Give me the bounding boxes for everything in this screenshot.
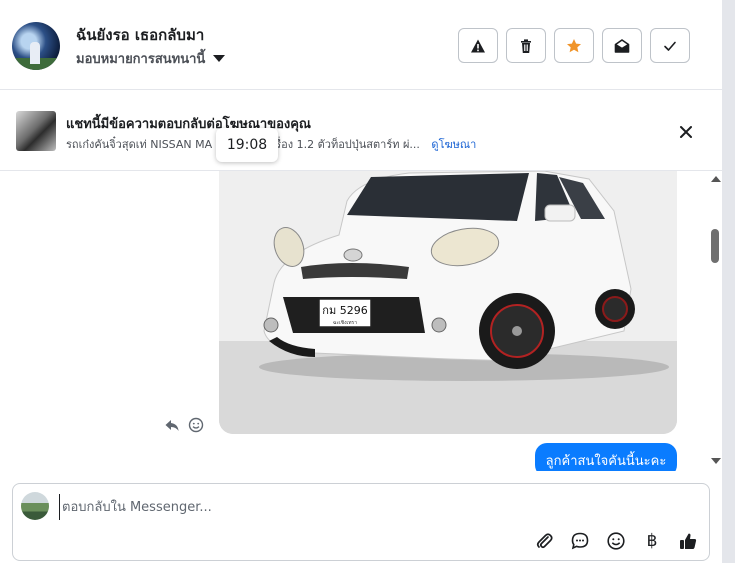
- avatar-figure: [30, 42, 40, 64]
- warning-icon: [471, 39, 485, 52]
- attach-button[interactable]: [533, 530, 555, 552]
- assign-conversation-dropdown[interactable]: มอบหมายการสนทนานี้: [76, 48, 226, 69]
- chevron-down-icon: [213, 55, 226, 62]
- thread-scrollbar[interactable]: [708, 171, 722, 471]
- payment-button[interactable]: ฿: [641, 530, 663, 552]
- message-thread[interactable]: กม 5296 ฉะเชิงเทรา ลูกค้าสนใจคันนี้นะคะ: [0, 171, 708, 471]
- reply-input[interactable]: [59, 494, 679, 520]
- page-avatar: [21, 492, 49, 520]
- scrollbar-thumb[interactable]: [711, 229, 719, 263]
- contact-name[interactable]: ฉันยังรอ เธอกลับมา: [76, 23, 204, 47]
- message-actions: [164, 417, 204, 433]
- ad-thumbnail[interactable]: [16, 111, 56, 151]
- license-plate-province: ฉะเชิงเทรา: [333, 319, 357, 326]
- saved-replies-button[interactable]: [569, 530, 591, 552]
- reply-icon[interactable]: [164, 417, 180, 433]
- right-panel-edge: [722, 0, 735, 563]
- car-illustration: กม 5296 ฉะเชิงเทรา: [219, 171, 677, 434]
- close-icon: [680, 126, 692, 138]
- conversation-header: ฉันยังรอ เธอกลับมา มอบหมายการสนทนานี้: [0, 0, 722, 90]
- star-button[interactable]: [554, 28, 594, 63]
- check-icon: [664, 41, 676, 51]
- composer-tools: ฿: [533, 530, 699, 552]
- message-composer: ฿: [12, 483, 710, 561]
- ad-description-start: รถเก๋งคันจิ๋วสุดเท่ NISSAN MA: [66, 138, 213, 151]
- assign-label: มอบหมายการสนทนานี้: [76, 52, 206, 67]
- close-banner-button[interactable]: [674, 120, 698, 144]
- contact-avatar[interactable]: [12, 22, 60, 70]
- scroll-up-arrow-icon[interactable]: [711, 176, 721, 182]
- like-button[interactable]: [677, 530, 699, 552]
- header-actions: [458, 28, 690, 63]
- star-icon: [567, 38, 581, 52]
- ad-reply-banner: แชทนี้มีข้อความตอบกลับต่อโฆษณาของคุณ รถเ…: [0, 91, 722, 171]
- smiley-icon: [607, 532, 625, 550]
- mark-done-button[interactable]: [650, 28, 690, 63]
- timestamp-tooltip: 19:08: [216, 128, 278, 162]
- paperclip-icon: [536, 533, 553, 549]
- delete-button[interactable]: [506, 28, 546, 63]
- trash-icon: [521, 38, 531, 53]
- chat-bubble-icon: [571, 532, 589, 550]
- ad-description-rest: เครื่อง 1.2 ตัวท็อปปุ่นสตาร์ท ผ่...: [264, 138, 420, 151]
- emoji-button[interactable]: [605, 530, 627, 552]
- view-ad-link[interactable]: ดูโฆษณา: [431, 138, 476, 151]
- sent-message-bubble[interactable]: ลูกค้าสนใจคันนี้นะคะ: [535, 443, 677, 471]
- license-plate-text: กม 5296: [322, 304, 367, 317]
- mark-unread-button[interactable]: [602, 28, 642, 63]
- emoji-react-icon[interactable]: [188, 417, 204, 433]
- scroll-down-arrow-icon[interactable]: [711, 458, 721, 464]
- report-button[interactable]: [458, 28, 498, 63]
- baht-icon: ฿: [646, 531, 658, 551]
- car-photo-attachment[interactable]: กม 5296 ฉะเชิงเทรา: [219, 171, 677, 434]
- thumbs-up-icon: [680, 533, 697, 549]
- envelope-open-icon: [614, 38, 630, 53]
